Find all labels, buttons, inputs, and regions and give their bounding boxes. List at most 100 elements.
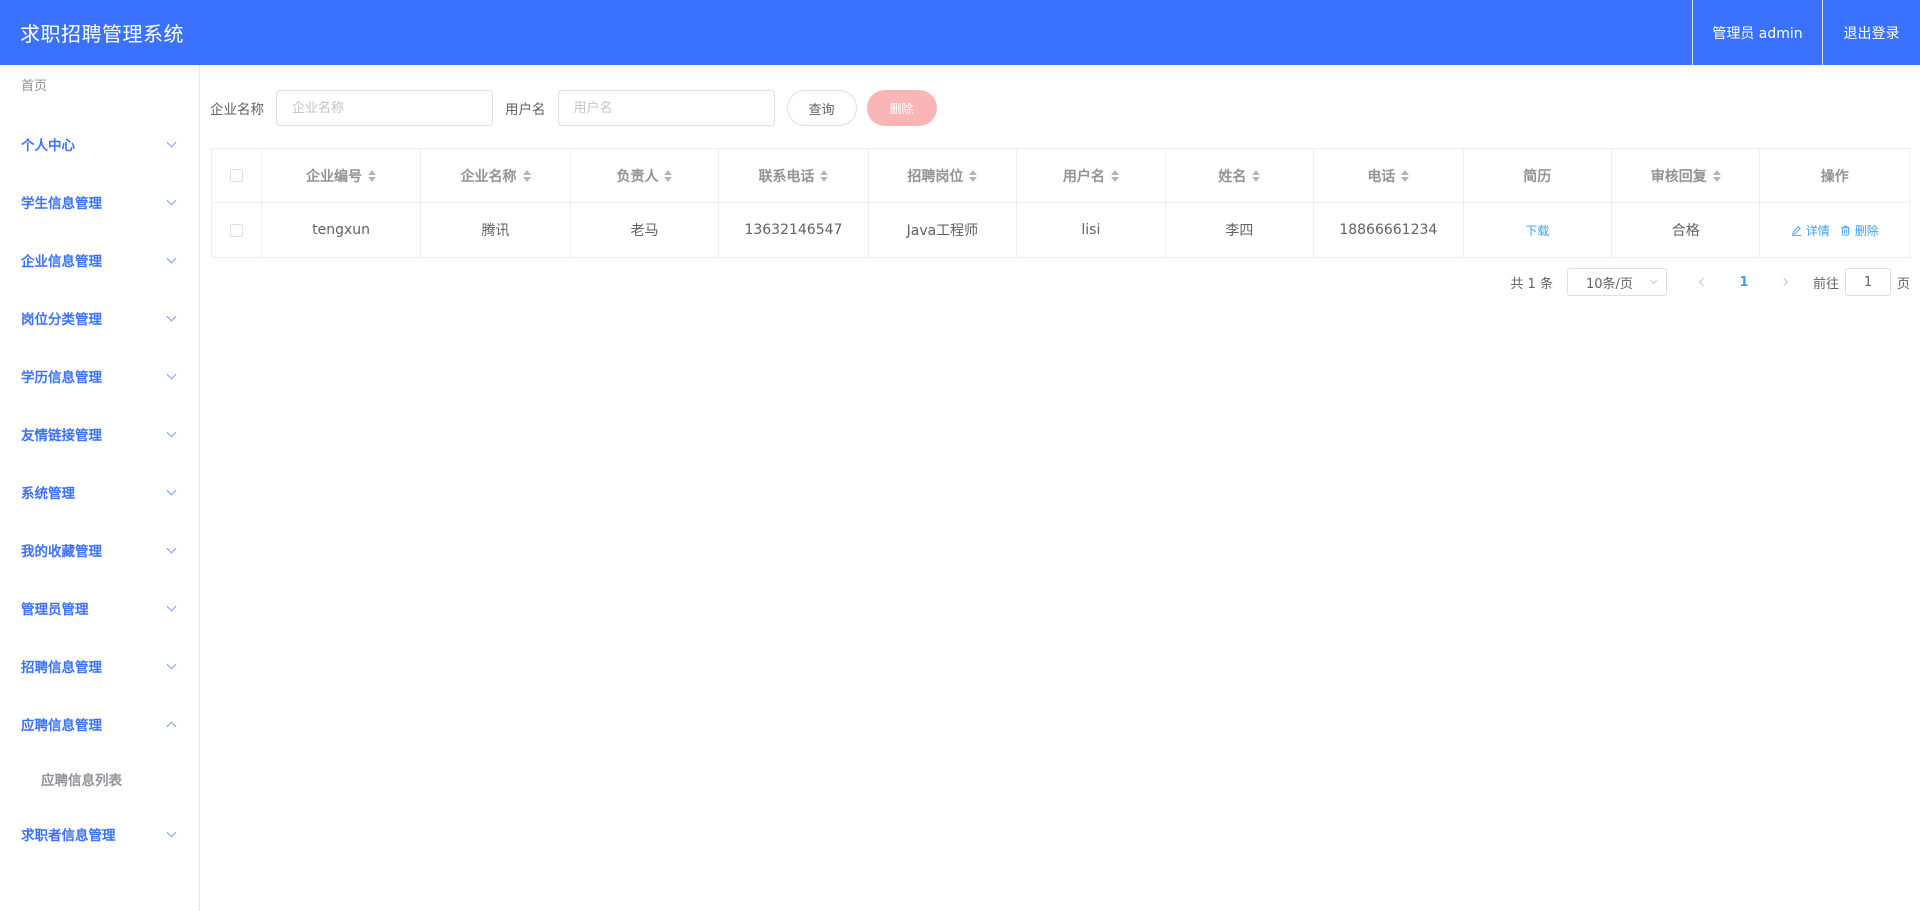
column-header-label: 电话 <box>1367 168 1396 185</box>
sort-icon[interactable] <box>1110 169 1119 182</box>
column-header-label: 姓名 <box>1218 168 1247 185</box>
column-header-actions: 操作 <box>1760 149 1908 202</box>
sidebar-item-personal-center[interactable]: 个人中心 <box>0 115 199 173</box>
sidebar-item-label: 个人中心 <box>21 138 75 154</box>
column-header-position[interactable]: 招聘岗位 <box>869 149 1018 202</box>
chevron-down-icon <box>1649 276 1658 285</box>
detail-button[interactable]: 详情 <box>1791 222 1830 239</box>
header-actions: 管理员 admin 退出登录 <box>1692 0 1920 65</box>
chevron-down-icon <box>166 601 177 611</box>
sort-icon[interactable] <box>1252 169 1261 182</box>
sidebar-item-label: 学生信息管理 <box>21 196 102 212</box>
column-header-label: 企业编号 <box>306 168 363 185</box>
delete-button[interactable]: 删除 <box>1840 222 1879 239</box>
logout-button[interactable]: 退出登录 <box>1822 0 1920 65</box>
chevron-down-icon <box>166 311 177 321</box>
table-row: tengxun 腾讯 老马 13632146547 Java工程师 lisi 李… <box>212 203 1909 257</box>
username-label: 用户名 <box>505 102 546 118</box>
sort-icon[interactable] <box>664 169 673 182</box>
main-content: 企业名称 用户名 查询 删除 企业编号 企业名称 负责人 联系电话 招聘岗位 用… <box>200 65 1920 911</box>
column-header-manager[interactable]: 负责人 <box>571 149 720 202</box>
query-button[interactable]: 查询 <box>786 90 857 126</box>
chevron-down-icon <box>166 369 177 379</box>
column-header-label: 用户名 <box>1062 168 1105 185</box>
page-number-current[interactable]: 1 <box>1729 275 1759 290</box>
goto-page: 前往 页 <box>1813 268 1910 296</box>
column-header-label: 操作 <box>1820 168 1849 185</box>
pagination-total: 共 1 条 <box>1510 276 1553 292</box>
sidebar-item-label: 企业信息管理 <box>21 254 102 270</box>
sort-icon[interactable] <box>1401 169 1410 182</box>
sort-icon[interactable] <box>969 169 978 182</box>
row-select-cell <box>212 203 262 257</box>
page-size-select[interactable]: 10条/页 <box>1566 268 1667 296</box>
goto-label: 前往 <box>1812 276 1839 292</box>
column-header-company-id[interactable]: 企业编号 <box>262 149 422 202</box>
sort-icon[interactable] <box>368 169 377 182</box>
admin-user-label[interactable]: 管理员 admin <box>1692 0 1822 65</box>
cell-phone: 18866661234 <box>1314 203 1464 257</box>
chevron-down-icon <box>166 543 177 553</box>
company-name-input[interactable] <box>276 90 493 126</box>
chevron-left-icon <box>1699 277 1708 287</box>
header-select-cell <box>212 149 262 202</box>
chevron-down-icon <box>166 827 177 837</box>
sidebar-item-admins[interactable]: 管理员管理 <box>0 579 199 637</box>
sidebar-subitem-application-list[interactable]: 应聘信息列表 <box>0 753 199 805</box>
column-header-label: 负责人 <box>616 168 659 185</box>
column-header-phone[interactable]: 电话 <box>1314 149 1464 202</box>
column-header-company-name[interactable]: 企业名称 <box>421 149 571 202</box>
sort-icon[interactable] <box>522 169 531 182</box>
sidebar-item-education-info[interactable]: 学历信息管理 <box>0 347 199 405</box>
batch-delete-button[interactable]: 删除 <box>866 90 937 126</box>
column-header-name[interactable]: 姓名 <box>1166 149 1315 202</box>
select-all-checkbox[interactable] <box>229 169 243 182</box>
column-header-username[interactable]: 用户名 <box>1017 149 1166 202</box>
sidebar-item-application-info[interactable]: 应聘信息管理 <box>0 695 199 753</box>
chevron-right-icon <box>1780 277 1789 287</box>
chevron-up-icon <box>166 721 177 731</box>
detail-label: 详情 <box>1805 223 1830 238</box>
column-header-label: 联系电话 <box>758 168 815 185</box>
applications-table: 企业编号 企业名称 负责人 联系电话 招聘岗位 用户名 姓名 电话 简历 审核回… <box>211 148 1910 258</box>
column-header-review[interactable]: 审核回复 <box>1612 149 1761 202</box>
sidebar-item-label: 招聘信息管理 <box>21 660 102 676</box>
search-bar: 企业名称 用户名 查询 删除 <box>210 90 937 126</box>
sidebar-item-friend-links[interactable]: 友情链接管理 <box>0 405 199 463</box>
column-header-contact-phone[interactable]: 联系电话 <box>719 149 869 202</box>
sidebar: 首页 个人中心 学生信息管理 企业信息管理 岗位分类管理 学历信息管理 友情链接… <box>0 65 200 911</box>
chevron-down-icon <box>166 659 177 669</box>
column-header-label: 企业名称 <box>460 168 517 185</box>
username-input[interactable] <box>557 90 775 126</box>
cell-company-id: tengxun <box>262 203 422 257</box>
sidebar-item-position-category[interactable]: 岗位分类管理 <box>0 289 199 347</box>
trash-icon <box>1841 225 1850 236</box>
sort-icon[interactable] <box>1712 169 1721 182</box>
chevron-down-icon <box>166 137 177 147</box>
sidebar-item-favorites[interactable]: 我的收藏管理 <box>0 521 199 579</box>
column-header-label: 审核回复 <box>1650 168 1707 185</box>
breadcrumb-home[interactable]: 首页 <box>21 75 47 94</box>
sort-icon[interactable] <box>820 169 829 182</box>
column-header-label: 招聘岗位 <box>907 168 964 185</box>
sidebar-item-jobseeker-info[interactable]: 求职者信息管理 <box>0 805 199 863</box>
sidebar-item-recruitment-info[interactable]: 招聘信息管理 <box>0 637 199 695</box>
sidebar-item-company-info[interactable]: 企业信息管理 <box>0 231 199 289</box>
cell-contact-phone: 13632146547 <box>719 203 869 257</box>
sidebar-item-student-info[interactable]: 学生信息管理 <box>0 173 199 231</box>
chevron-down-icon <box>166 427 177 437</box>
next-page-button[interactable] <box>1771 268 1801 296</box>
page-suffix-label: 页 <box>1896 276 1910 292</box>
resume-download-link[interactable]: 下载 <box>1525 222 1549 239</box>
prev-page-button[interactable] <box>1687 268 1717 296</box>
top-header: 求职招聘管理系统 管理员 admin 退出登录 <box>0 0 1920 65</box>
cell-actions: 详情 删除 <box>1760 203 1908 257</box>
sidebar-item-system[interactable]: 系统管理 <box>0 463 199 521</box>
pagination: 共 1 条 10条/页 1 前往 页 <box>1510 268 1910 296</box>
row-checkbox[interactable] <box>229 223 243 237</box>
edit-icon <box>1791 225 1801 236</box>
cell-name: 李四 <box>1166 203 1315 257</box>
sidebar-item-label: 求职者信息管理 <box>21 828 116 844</box>
goto-page-input[interactable] <box>1844 268 1891 296</box>
page-size-value: 10条/页 <box>1585 276 1633 292</box>
